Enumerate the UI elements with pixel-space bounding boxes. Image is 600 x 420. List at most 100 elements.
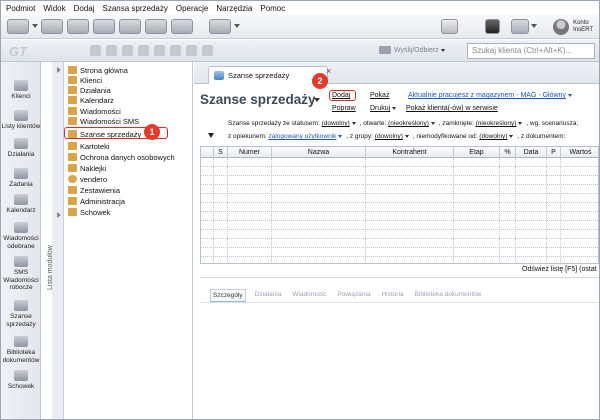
tree-item-schowek[interactable]: Schowek bbox=[68, 207, 110, 217]
menu-widok[interactable]: Widok bbox=[43, 4, 65, 13]
chevron-down-icon[interactable] bbox=[234, 24, 240, 28]
tab-powiazania[interactable]: Powiązania bbox=[335, 289, 372, 303]
copy-icon[interactable] bbox=[106, 45, 117, 56]
col-select[interactable] bbox=[201, 147, 214, 158]
tree-item-strona-glowna[interactable]: Strona główna bbox=[68, 65, 128, 75]
module-list-label[interactable]: Lista modułów bbox=[47, 245, 54, 290]
chevron-down-icon[interactable] bbox=[404, 134, 409, 138]
rail-item-biblioteka[interactable]: Biblioteka dokumentów bbox=[1, 336, 41, 364]
tree-item-vendero[interactable]: vendero bbox=[68, 174, 107, 184]
table-row[interactable] bbox=[201, 221, 598, 230]
tab-biblioteka-dokumentow[interactable]: Biblioteka dokumentów bbox=[413, 289, 484, 303]
tab-szczegoly[interactable]: Szczegóły bbox=[210, 289, 246, 303]
menu-operacje[interactable]: Operacje bbox=[176, 4, 208, 13]
col-nazwa[interactable]: Nazwa bbox=[272, 147, 366, 158]
cube-icon[interactable] bbox=[485, 19, 500, 34]
table-row[interactable] bbox=[201, 239, 598, 248]
tab-historia[interactable]: Historia bbox=[380, 289, 406, 303]
menu-szansa-sprzedazy[interactable]: Szansa sprzedaży bbox=[103, 4, 168, 13]
status-filter[interactable]: (dowolny) bbox=[322, 120, 350, 127]
col-wartosc[interactable]: Wartoś bbox=[561, 147, 598, 158]
tab-dzialania[interactable]: Działania bbox=[253, 289, 284, 303]
tree-item-klienci[interactable]: Klienci bbox=[68, 75, 102, 85]
tree-item-kartoteki[interactable]: Kartoteki bbox=[68, 141, 110, 151]
chevron-down-icon[interactable] bbox=[430, 121, 435, 125]
opportunities-grid[interactable]: S Numer Nazwa Kontrahent Etap % Data P W… bbox=[200, 146, 599, 264]
table-row[interactable] bbox=[201, 185, 598, 194]
link-icon[interactable] bbox=[154, 45, 165, 56]
delete-icon[interactable] bbox=[122, 45, 133, 56]
filter-toggle-icon[interactable] bbox=[208, 133, 214, 138]
account-button[interactable]: Konto InsERT bbox=[553, 19, 593, 35]
tab-wiadomosc[interactable]: Wiadomość bbox=[290, 289, 328, 303]
chevron-right-icon[interactable] bbox=[57, 212, 61, 218]
table-row[interactable] bbox=[201, 212, 598, 221]
otwarte-filter[interactable]: (nieokreślony) bbox=[388, 120, 429, 127]
tree-item-administracja[interactable]: Administracja bbox=[68, 196, 125, 206]
col-kontrahent[interactable]: Kontrahent bbox=[366, 147, 454, 158]
col-numer[interactable]: Numer bbox=[228, 147, 272, 158]
zamkniete-filter[interactable]: (nieokreślony) bbox=[476, 120, 517, 127]
rail-item-klienci[interactable]: Klienci bbox=[1, 80, 41, 101]
rail-item-listy-klientow[interactable]: Listy klientów bbox=[1, 110, 41, 131]
col-percent[interactable]: % bbox=[500, 147, 516, 158]
rail-item-schowek[interactable]: Schowek bbox=[1, 370, 41, 391]
tree-item-ochrona-danych[interactable]: Ochrona danych osobowych bbox=[68, 152, 175, 162]
attach-icon[interactable] bbox=[138, 45, 149, 56]
tree-item-naklejki[interactable]: Naklejki bbox=[68, 163, 106, 173]
table-row[interactable] bbox=[201, 230, 598, 239]
module-list-splitter[interactable] bbox=[52, 62, 64, 419]
close-icon[interactable]: × bbox=[326, 66, 331, 76]
help-icon[interactable] bbox=[209, 19, 231, 34]
menu-podmiot[interactable]: Podmiot bbox=[6, 4, 35, 13]
menu-pomoc[interactable]: Pomoc bbox=[260, 4, 285, 13]
chevron-down-icon[interactable] bbox=[338, 134, 343, 138]
documents-icon[interactable] bbox=[67, 19, 89, 34]
menu-narzedzia[interactable]: Narzędzia bbox=[216, 4, 252, 13]
switch-icon[interactable] bbox=[511, 19, 529, 34]
tree-item-dzialania[interactable]: Działania bbox=[68, 85, 111, 95]
sheet-icon[interactable] bbox=[441, 19, 458, 34]
tree-item-wiadomosci-sms[interactable]: Wiadomości SMS bbox=[68, 116, 139, 126]
search-input[interactable]: Szukaj klienta (Ctrl+Alt+K)... bbox=[467, 43, 595, 59]
drukuj-button[interactable]: Drukuj bbox=[370, 105, 397, 112]
grupy-filter[interactable]: (dowolny) bbox=[375, 133, 403, 140]
new-icon[interactable] bbox=[7, 19, 29, 34]
send-receive-button[interactable]: Wyślij/Odbierz bbox=[379, 46, 447, 54]
table-row[interactable] bbox=[201, 158, 598, 167]
pin-icon[interactable] bbox=[202, 45, 213, 56]
tree-item-zestawienia[interactable]: Zestawienia bbox=[68, 185, 120, 195]
table-row[interactable] bbox=[201, 176, 598, 185]
niemodyfikowane-filter[interactable]: (dowolny) bbox=[479, 133, 507, 140]
col-s[interactable]: S bbox=[214, 147, 228, 158]
table-row[interactable] bbox=[201, 248, 598, 257]
table-row[interactable] bbox=[201, 167, 598, 176]
chevron-down-icon[interactable] bbox=[314, 98, 320, 102]
refresh-icon[interactable] bbox=[41, 19, 63, 34]
chevron-down-icon[interactable] bbox=[531, 24, 537, 28]
rail-item-kalendarz[interactable]: Kalendarz bbox=[1, 194, 41, 215]
table-row[interactable] bbox=[201, 194, 598, 203]
chevron-down-icon[interactable] bbox=[509, 134, 514, 138]
opiekun-filter[interactable]: zalogowany użytkownik bbox=[268, 133, 336, 140]
edit-icon[interactable] bbox=[90, 45, 101, 56]
print-icon[interactable] bbox=[119, 19, 141, 34]
print-icon[interactable] bbox=[186, 45, 197, 56]
table-row[interactable] bbox=[201, 203, 598, 212]
col-p[interactable]: P bbox=[547, 147, 561, 158]
chevron-down-icon[interactable] bbox=[351, 121, 356, 125]
table-row[interactable] bbox=[201, 257, 598, 263]
popraw-button[interactable]: Popraw bbox=[332, 105, 356, 112]
pokaz-button[interactable]: Pokaż bbox=[370, 92, 389, 99]
rail-item-szanse-sprzedazy[interactable]: Szanse sprzedaży bbox=[1, 300, 41, 328]
warehouse-link[interactable]: Aktualnie pracujesz z magazynem - MAG - … bbox=[408, 92, 572, 99]
panel-splitter[interactable] bbox=[200, 277, 599, 278]
rail-item-zadania[interactable]: Zadania bbox=[1, 168, 41, 189]
refresh-link[interactable]: Odśwież listę [F5] (ostat bbox=[522, 266, 597, 273]
rail-item-wiadomosci-odebrane[interactable]: Wiadomości odebrane bbox=[1, 222, 41, 250]
tree-item-kalendarz[interactable]: Kalendarz bbox=[68, 95, 114, 105]
pokaz-klienta-button[interactable]: Pokaż klienta(-ów) w serwisie bbox=[406, 105, 498, 112]
col-data[interactable]: Data bbox=[516, 147, 547, 158]
mail-icon[interactable] bbox=[145, 19, 167, 34]
tag-icon[interactable] bbox=[170, 45, 181, 56]
